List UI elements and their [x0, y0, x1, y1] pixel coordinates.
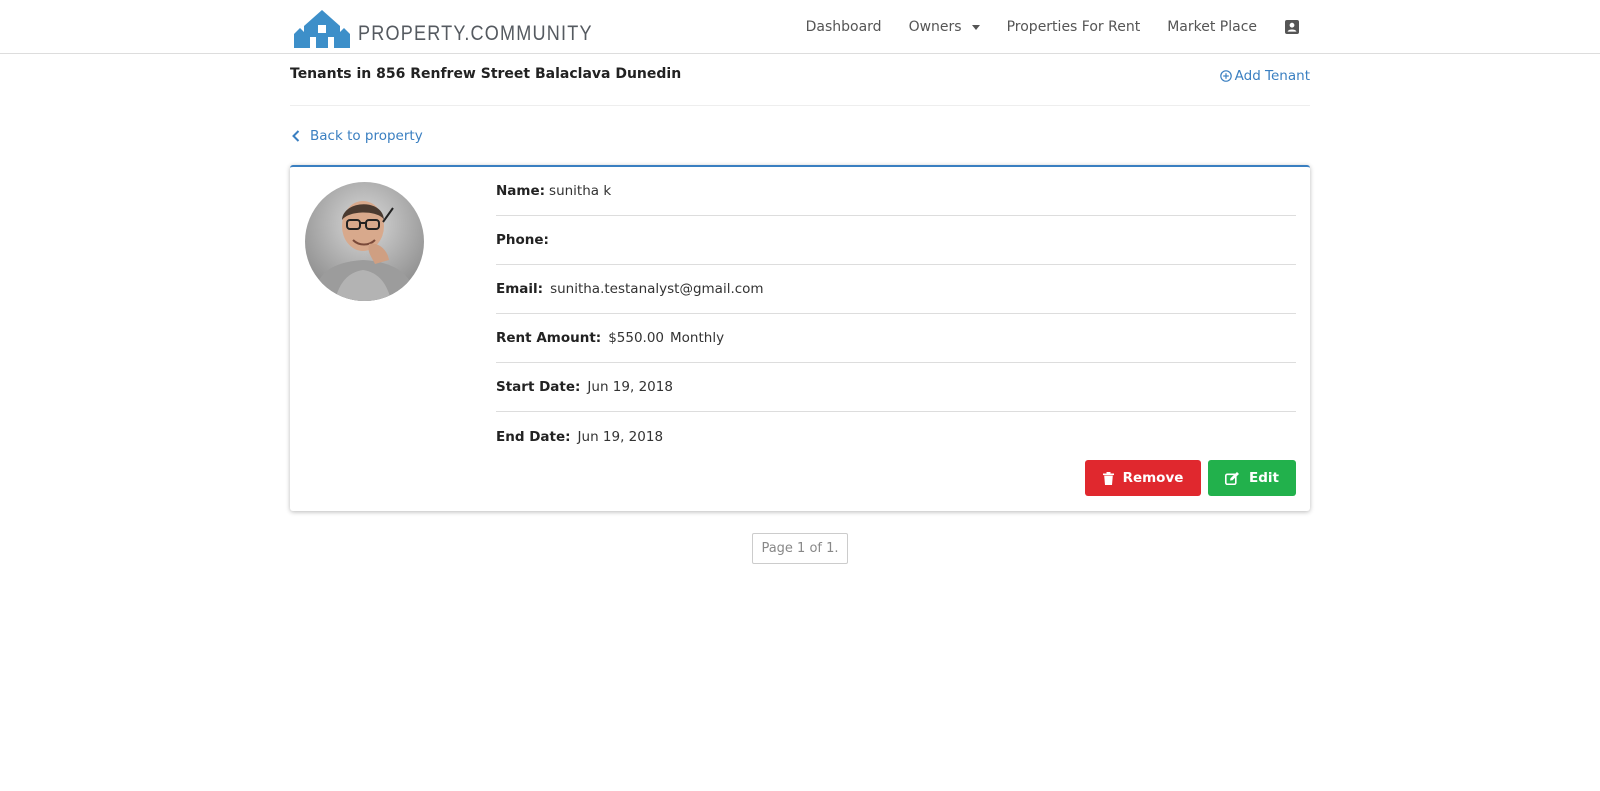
tenant-avatar	[305, 182, 424, 301]
detail-row-rent: Rent Amount: $550.00 Monthly	[496, 314, 1296, 363]
rent-amount: $550.00	[608, 330, 665, 346]
detail-row-name: Name: sunitha k	[496, 167, 1296, 216]
chevron-left-icon	[292, 130, 300, 142]
tenant-card: Name: sunitha k Phone: Email: sunitha.te…	[290, 165, 1310, 511]
page-title: Tenants in 856 Renfrew Street Balaclava …	[290, 66, 682, 82]
edit-icon	[1225, 471, 1240, 485]
back-to-property-link[interactable]: Back to property	[292, 128, 423, 144]
caret-down-icon	[971, 24, 980, 30]
pagination-info: Page 1 of 1.	[752, 533, 848, 564]
edit-label: Edit	[1249, 470, 1279, 486]
phone-label: Phone:	[496, 232, 549, 248]
detail-row-email: Email: sunitha.testanalyst@gmail.com	[496, 265, 1296, 314]
main-nav: Dashboard Owners Properties For Rent Mar…	[779, 0, 1300, 54]
nav-owners-label: Owners	[908, 19, 962, 35]
person-photo-icon	[305, 182, 424, 301]
trash-icon	[1102, 471, 1114, 485]
page-header: Tenants in 856 Renfrew Street Balaclava …	[290, 62, 1310, 106]
rent-label: Rent Amount:	[496, 330, 602, 346]
brand-logo[interactable]: PROPERTY.COMMUNITY	[294, 6, 631, 48]
start-date: Jun 19, 2018	[587, 379, 673, 395]
name-label: Name:	[496, 183, 546, 199]
tenant-details: Name: sunitha k Phone: Email: sunitha.te…	[496, 167, 1296, 461]
tenant-email: sunitha.testanalyst@gmail.com	[550, 281, 764, 297]
end-date-label: End Date:	[496, 428, 571, 445]
contact-card-icon[interactable]	[1284, 19, 1300, 35]
back-link-label: Back to property	[310, 128, 423, 144]
nav-dashboard[interactable]: Dashboard	[806, 19, 882, 35]
plus-circle-icon	[1219, 70, 1232, 82]
remove-label: Remove	[1122, 470, 1184, 486]
detail-row-phone: Phone:	[496, 216, 1296, 265]
detail-row-end-date: End Date: Jun 19, 2018	[496, 412, 1296, 461]
edit-tenant-button[interactable]: Edit	[1208, 460, 1296, 496]
rent-frequency: Monthly	[670, 330, 725, 346]
end-date: Jun 19, 2018	[577, 428, 664, 445]
top-navbar: PROPERTY.COMMUNITY Dashboard Owners Prop…	[0, 0, 1600, 54]
detail-row-start-date: Start Date: Jun 19, 2018	[496, 363, 1296, 412]
nav-owners-dropdown[interactable]: Owners	[909, 19, 980, 35]
remove-tenant-button[interactable]: Remove	[1085, 460, 1201, 496]
brand-name: PROPERTY.COMMUNITY	[358, 22, 593, 45]
email-label: Email:	[496, 281, 544, 297]
house-logo-icon	[294, 10, 350, 48]
tenant-name: sunitha k	[549, 183, 612, 199]
nav-properties-for-rent[interactable]: Properties For Rent	[1007, 19, 1141, 35]
add-tenant-label: Add Tenant	[1234, 68, 1310, 84]
nav-market-place[interactable]: Market Place	[1167, 19, 1257, 35]
add-tenant-link[interactable]: Add Tenant	[1219, 68, 1310, 84]
start-date-label: Start Date:	[496, 379, 581, 395]
